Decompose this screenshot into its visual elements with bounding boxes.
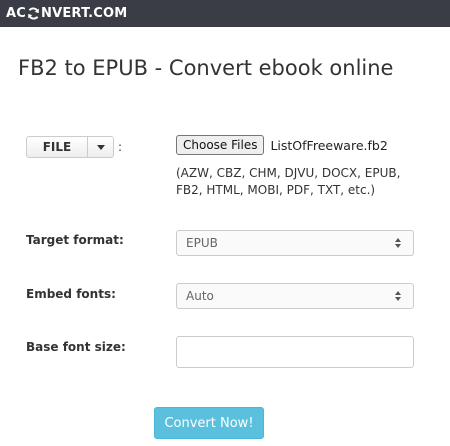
logo-prefix: AC [6,6,27,21]
file-source-dropdown-button[interactable] [88,136,114,158]
up-down-arrows-icon [395,238,401,248]
convert-now-button[interactable]: Convert Now! [154,407,264,439]
embed-fonts-value: Auto [186,289,214,303]
up-down-arrows-icon [395,291,401,301]
caret-down-icon [96,144,105,150]
page-title: FB2 to EPUB - Convert ebook online [18,56,394,80]
target-format-value: EPUB [186,236,218,250]
embed-fonts-select[interactable]: Auto [176,283,414,309]
logo-suffix: NVERT.COM [41,6,128,21]
embed-fonts-label: Embed fonts: [26,287,116,301]
base-font-size-label: Base font size: [26,340,126,354]
base-font-size-input[interactable] [176,336,414,368]
file-source-group: FILE : [26,136,122,158]
choose-files-button[interactable]: Choose Files [176,135,265,155]
target-format-select[interactable]: EPUB [176,230,414,256]
top-navbar: AC NVERT.COM [0,0,450,27]
refresh-arrows-icon [28,7,39,20]
file-picker: Choose Files ListOfFreeware.fb2 [176,135,388,155]
file-source-colon: : [118,140,123,154]
site-logo[interactable]: AC NVERT.COM [6,6,127,21]
target-format-label: Target format: [26,233,124,247]
file-source-button[interactable]: FILE [26,136,88,158]
supported-formats-note: (AZW, CBZ, CHM, DJVU, DOCX, EPUB, FB2, H… [176,166,401,197]
chosen-file-name: ListOfFreeware.fb2 [270,137,388,153]
